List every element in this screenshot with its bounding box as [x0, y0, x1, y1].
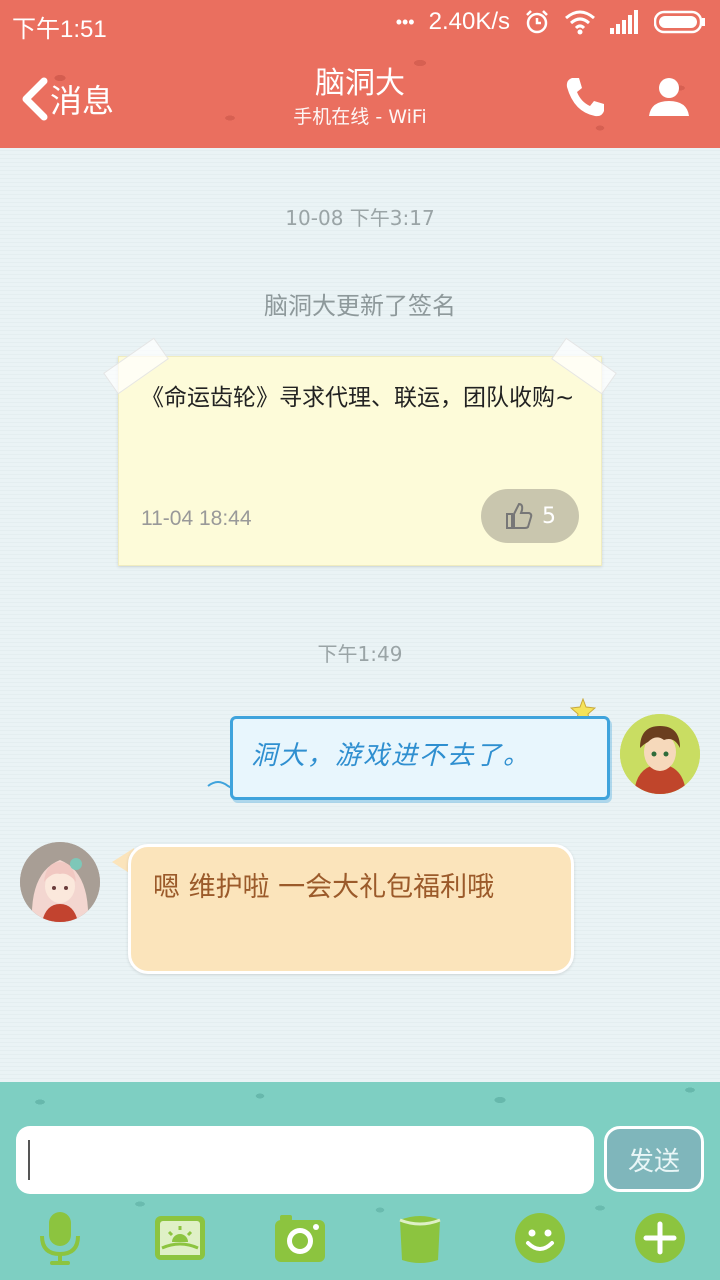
image-button[interactable]	[152, 1210, 208, 1266]
header-title-block: 脑洞大 手机在线 - WiFi	[0, 64, 720, 130]
system-message: 脑洞大更新了签名	[264, 292, 456, 320]
wifi-icon	[565, 10, 595, 35]
camera-icon	[275, 1215, 325, 1262]
profile-icon	[649, 78, 689, 116]
message-input[interactable]	[16, 1126, 594, 1194]
signature-text: 《命运齿轮》寻求代理、联运，团队收购~	[141, 385, 575, 411]
voice-button[interactable]	[32, 1210, 88, 1266]
emoji-icon	[515, 1213, 565, 1263]
contact-name: 脑洞大	[315, 66, 405, 101]
signature-card[interactable]: 《命运齿轮》寻求代理、联运，团队收购~ 11-04 18:44 5	[103, 337, 617, 566]
timestamp: 10-08 下午3:17	[285, 206, 435, 230]
status-dots: •••	[395, 11, 415, 32]
camera-button[interactable]	[272, 1210, 328, 1266]
text-cursor	[28, 1140, 30, 1180]
boy-avatar-icon	[620, 714, 700, 794]
timestamp: 下午1:49	[317, 642, 403, 666]
status-bar: 下午1:51 ••• 2.40K/s	[0, 0, 720, 48]
signal-icon	[610, 10, 638, 34]
composer-bar: 发送	[0, 1082, 720, 1280]
my-avatar[interactable]	[620, 714, 700, 794]
chat-area[interactable]: 10-08 下午3:17 脑洞大更新了签名 《命运齿轮》寻求代理、联运，团队收购…	[0, 148, 720, 1082]
incoming-message-bubble[interactable]: 嗯 维护啦 一会大礼包福利哦	[128, 844, 574, 974]
status-time: 下午1:51	[12, 16, 107, 43]
status-icons: ••• 2.40K/s	[396, 8, 706, 36]
network-speed: 2.40K/s	[428, 8, 510, 35]
like-count: 5	[542, 503, 556, 529]
outgoing-message-bubble[interactable]: 洞大，游戏进不去了。	[230, 716, 610, 800]
alarm-icon	[526, 10, 548, 34]
thumbs-up-icon	[506, 502, 533, 529]
cup-button[interactable]	[392, 1210, 448, 1266]
like-button[interactable]: 5	[481, 489, 579, 543]
battery-icon	[654, 10, 705, 34]
profile-button[interactable]	[646, 74, 692, 120]
incoming-message-text: 嗯 维护啦 一会大礼包福利哦	[153, 872, 495, 903]
girl-avatar-icon	[20, 842, 100, 922]
image-icon	[155, 1216, 205, 1260]
chat-header: 消息 脑洞大 手机在线 - WiFi	[0, 48, 720, 148]
microphone-icon	[40, 1212, 80, 1265]
contact-avatar[interactable]	[20, 842, 100, 922]
outgoing-message-text: 洞大，游戏进不去了。	[251, 741, 532, 771]
contact-status: 手机在线 - WiFi	[293, 106, 427, 128]
signature-time: 11-04 18:44	[141, 507, 252, 530]
send-button[interactable]: 发送	[604, 1126, 704, 1192]
plus-icon	[635, 1213, 685, 1263]
more-button[interactable]	[632, 1210, 688, 1266]
cup-icon	[399, 1216, 441, 1263]
phone-icon	[566, 78, 604, 117]
call-button[interactable]	[562, 74, 608, 120]
emoji-button[interactable]	[512, 1210, 568, 1266]
